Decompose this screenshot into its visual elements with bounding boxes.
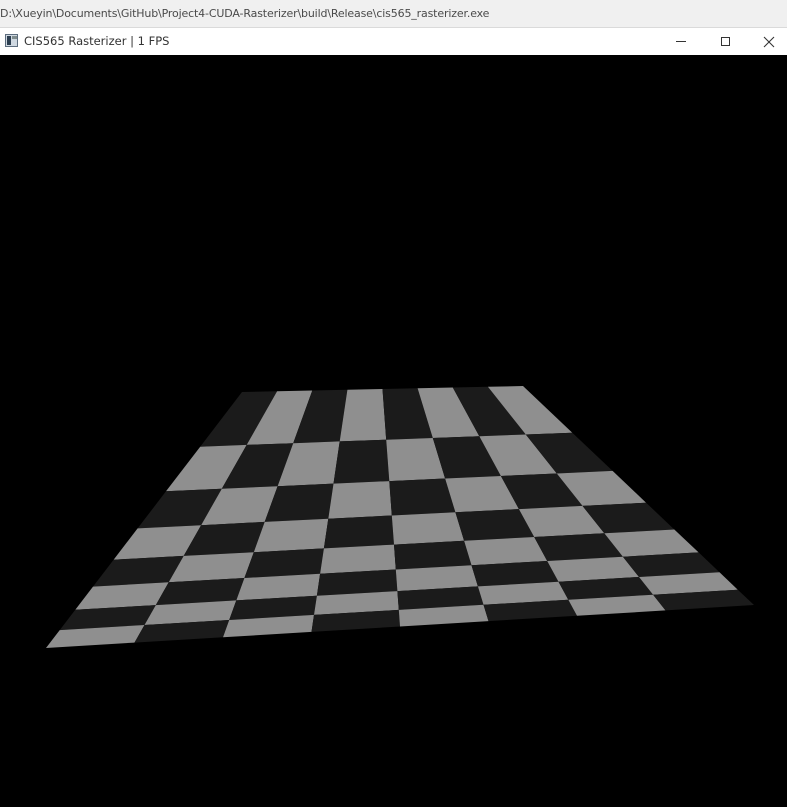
checkerboard-plane bbox=[46, 386, 754, 648]
plane-tile-dark bbox=[394, 540, 472, 570]
plane-tile-dark bbox=[316, 569, 398, 596]
app-window-icon[interactable] bbox=[5, 34, 18, 47]
console-path-title: D:\Xueyin\Documents\GitHub\Project4-CUDA… bbox=[0, 7, 490, 20]
plane-tile-light bbox=[391, 512, 465, 545]
window-titlebar[interactable]: CIS565 Rasterizer | 1 FPS bbox=[0, 28, 787, 55]
plane-tile-light bbox=[46, 625, 145, 648]
minimize-icon bbox=[676, 41, 686, 42]
close-icon bbox=[763, 36, 775, 47]
plane-tile-light bbox=[464, 537, 548, 566]
window-title: CIS565 Rasterizer | 1 FPS bbox=[24, 34, 170, 48]
plane-tile-light bbox=[253, 518, 329, 553]
plane-tile-dark bbox=[244, 548, 324, 578]
plane-tile-dark bbox=[333, 439, 390, 484]
maximize-button[interactable] bbox=[703, 28, 747, 55]
maximize-icon bbox=[720, 37, 730, 46]
render-viewport[interactable] bbox=[0, 55, 787, 807]
console-window-titlebar: D:\Xueyin\Documents\GitHub\Project4-CUDA… bbox=[0, 0, 787, 28]
plane-tile-dark bbox=[389, 478, 456, 516]
plane-tile-light bbox=[339, 389, 387, 442]
plane-tile-light bbox=[328, 481, 392, 519]
minimize-button[interactable] bbox=[659, 28, 703, 55]
plane-tile-light bbox=[320, 544, 396, 574]
close-button[interactable] bbox=[747, 28, 787, 55]
plane-tile-dark bbox=[323, 515, 394, 549]
